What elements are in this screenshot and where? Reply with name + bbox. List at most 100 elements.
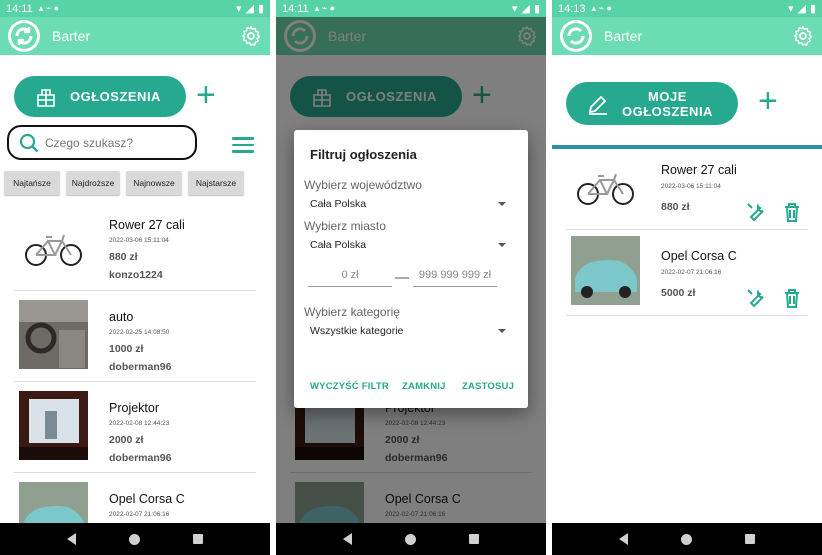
trash-icon[interactable]	[780, 200, 804, 224]
search-icon	[19, 133, 39, 152]
item-date: 2022-03-06 15:11:04	[661, 183, 721, 190]
city-select[interactable]: Cała Polska	[310, 239, 506, 251]
price-max-input[interactable]: 999 999 999 zł	[413, 269, 497, 287]
voivodeship-value: Cała Polska	[310, 198, 367, 210]
status-bar: 14:11 ▴ ⌁ ● ▾ ◢ ▮	[0, 0, 270, 17]
system-nav-bar	[0, 523, 270, 555]
recents-icon[interactable]	[469, 534, 480, 544]
list-item[interactable]: Rower 27 cali 2022-03-06 15:11:04 880 zł…	[14, 208, 256, 291]
item-date: 2022-02-08 12:44:23	[109, 420, 170, 427]
back-icon[interactable]	[66, 533, 76, 545]
chevron-down-icon	[498, 329, 506, 333]
clear-filter-button[interactable]: WYCZYŚĆ FILTR	[310, 381, 389, 392]
bicycle-image	[571, 154, 640, 223]
list-item[interactable]: Opel Corsa C 2022-02-07 21:06:16 5000 zł	[566, 230, 808, 316]
status-time: 14:11	[282, 2, 309, 15]
item-title: Rower 27 cali	[661, 163, 737, 177]
item-date: 2022-03-06 15:11:04	[109, 237, 169, 244]
search-input[interactable]	[45, 135, 185, 150]
item-user: konzo1224	[109, 269, 163, 281]
chevron-down-icon	[498, 243, 506, 247]
list-item[interactable]: Rower 27 cali 2022-03-06 15:11:04 880 zł	[566, 150, 808, 230]
back-icon[interactable]	[618, 533, 628, 545]
item-user: doberman96	[109, 452, 172, 464]
my-ads-button[interactable]: MOJE OGŁOSZENIA	[566, 82, 738, 125]
menu-icon[interactable]	[232, 137, 254, 157]
item-price: 5000 zł	[661, 287, 696, 299]
sort-newest-button[interactable]: Najnowsze	[126, 171, 182, 195]
item-title: Rower 27 cali	[109, 218, 185, 232]
apply-button[interactable]: ZASTOSUJ	[462, 381, 514, 392]
item-title: auto	[109, 310, 134, 324]
phone-screen-my-ads: 14:13 ▴ ⌁ ● ▾ ◢ ▮ Barter MOJE OGŁOSZENIA +…	[552, 0, 822, 555]
my-ads-label-1: MOJE	[648, 88, 687, 104]
system-nav-bar	[552, 523, 822, 555]
list-item[interactable]: auto 2022-02-25 14:08:50 1000 zł doberma…	[14, 291, 256, 382]
gear-icon[interactable]	[240, 25, 262, 47]
projector-image	[19, 391, 88, 460]
close-button[interactable]: ZAMKNIJ	[402, 381, 446, 392]
sort-most-expensive-button[interactable]: Najdroższe	[66, 171, 120, 195]
phone-screen-listings: 14:11 ▴ ⌁ ● ▾◢▮ Barter OGŁOSZENIA + Najt…	[0, 0, 270, 555]
trash-icon[interactable]	[780, 286, 804, 310]
category-select[interactable]: Wszystkie kategorie	[310, 325, 506, 337]
box-icon	[37, 88, 55, 107]
status-time: 14:13	[558, 2, 586, 15]
home-icon[interactable]	[128, 533, 140, 545]
wrench-icon[interactable]	[744, 286, 768, 310]
section-divider	[552, 145, 822, 149]
my-ads-label-2: OGŁOSZENIA	[622, 103, 713, 119]
app-bar: Barter	[0, 17, 270, 55]
app-bar: Barter	[552, 17, 822, 55]
category-value: Wszystkie kategorie	[310, 325, 404, 337]
item-date: 2022-02-07 21:06:16	[661, 269, 722, 276]
item-title: Projektor	[109, 401, 160, 415]
ads-button[interactable]: OGŁOSZENIA	[14, 76, 186, 117]
bicycle-image	[19, 215, 88, 284]
search-box[interactable]	[7, 125, 197, 160]
refresh-logo-icon	[560, 20, 592, 52]
item-date: 2022-02-25 14:08:50	[109, 329, 170, 336]
list-item[interactable]: Projektor 2022-02-08 12:44:23 2000 zł do…	[14, 382, 256, 473]
status-bar: 14:13 ▴ ⌁ ● ▾ ◢ ▮	[552, 0, 822, 17]
app-title: Barter	[604, 28, 643, 44]
item-price: 1000 zł	[109, 343, 144, 355]
item-price: 880 zł	[109, 251, 138, 263]
car-image	[571, 236, 640, 305]
sort-oldest-button[interactable]: Najstarsze	[188, 171, 244, 195]
item-price: 880 zł	[661, 201, 690, 213]
pencil-icon	[588, 95, 607, 115]
filter-dialog: Filtruj ogłoszenia Wybierz województwo C…	[294, 130, 528, 408]
status-time: 14:11	[6, 2, 33, 15]
status-bar: 14:11 ▴ ⌁ ● ▾ ◢ ▮	[276, 0, 546, 17]
city-label: Wybierz miasto	[304, 219, 386, 233]
add-ad-button[interactable]: +	[758, 84, 778, 118]
item-price: 2000 zł	[109, 434, 144, 446]
wrench-icon[interactable]	[744, 200, 768, 224]
ads-button-label: OGŁOSZENIA	[70, 89, 161, 104]
item-date: 2022-02-07 21:06:16	[109, 511, 170, 518]
chevron-down-icon	[498, 202, 506, 206]
range-dash	[395, 277, 409, 279]
item-title: Opel Corsa C	[109, 492, 185, 506]
recents-icon[interactable]	[193, 534, 204, 544]
recents-icon[interactable]	[745, 534, 756, 544]
app-title: Barter	[52, 28, 91, 44]
refresh-logo-icon	[8, 20, 40, 52]
voivodeship-label: Wybierz województwo	[304, 178, 422, 192]
home-icon[interactable]	[404, 533, 416, 545]
sort-cheapest-button[interactable]: Najtańsze	[4, 171, 60, 195]
car-interior-image	[19, 300, 88, 369]
add-ad-button[interactable]: +	[196, 78, 216, 112]
voivodeship-select[interactable]: Cała Polska	[310, 198, 506, 210]
price-min-input[interactable]: 0 zł	[308, 269, 392, 287]
city-value: Cała Polska	[310, 239, 367, 251]
home-icon[interactable]	[680, 533, 692, 545]
dialog-title: Filtruj ogłoszenia	[310, 147, 417, 162]
gear-icon[interactable]	[792, 25, 814, 47]
item-title: Opel Corsa C	[661, 249, 737, 263]
category-label: Wybierz kategorię	[304, 305, 400, 319]
item-user: doberman96	[109, 361, 172, 373]
system-nav-bar	[276, 523, 546, 555]
back-icon[interactable]	[342, 533, 352, 545]
